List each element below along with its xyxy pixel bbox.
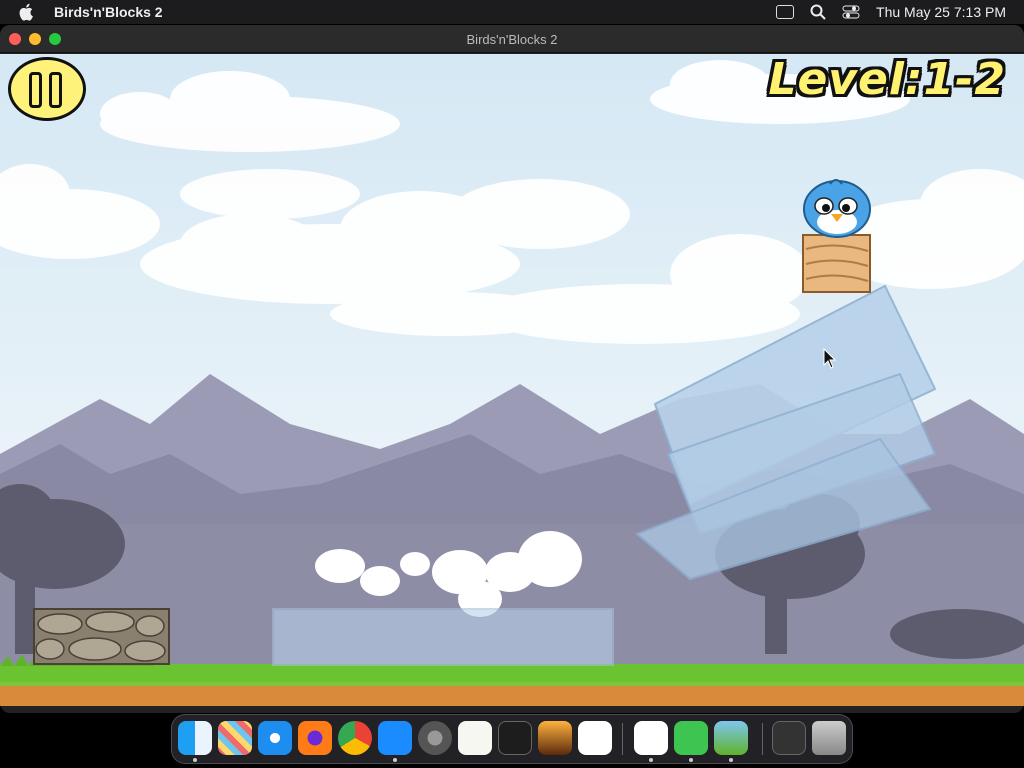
firefox-icon[interactable] [298, 721, 332, 755]
menu-bar: Birds'n'Blocks 2 Thu May 25 7:13 PM [0, 0, 1024, 24]
grass-strip [0, 664, 1024, 684]
birds-n-blocks-icon[interactable] [714, 721, 748, 755]
pause-icon [29, 72, 42, 108]
game-window: Birds'n'Blocks 2 Level:1-2 [0, 25, 1024, 713]
terminal-icon[interactable] [498, 721, 532, 755]
search-icon[interactable] [810, 4, 826, 20]
launchpad-icon[interactable] [218, 721, 252, 755]
finder-icon[interactable] [178, 721, 212, 755]
vscode-icon[interactable] [578, 721, 612, 755]
textedit-icon[interactable] [458, 721, 492, 755]
app-store-icon[interactable] [378, 721, 412, 755]
safari-icon[interactable] [258, 721, 292, 755]
control-center-icon[interactable] [842, 5, 860, 19]
messages-icon[interactable] [674, 721, 708, 755]
game-canvas[interactable]: Level:1-2 [0, 54, 1024, 706]
title-bar: Birds'n'Blocks 2 [0, 25, 1024, 53]
app-name[interactable]: Birds'n'Blocks 2 [54, 4, 163, 20]
chrome-icon[interactable] [338, 721, 372, 755]
visual-studio-icon[interactable] [634, 721, 668, 755]
ice-block-flat [272, 608, 614, 666]
level-label: Level:1-2 [768, 54, 1006, 105]
screenshot-icon[interactable] [772, 721, 806, 755]
blue-bird[interactable] [803, 179, 871, 238]
apple-icon[interactable] [18, 2, 36, 22]
pause-button[interactable] [8, 57, 86, 121]
window-title: Birds'n'Blocks 2 [466, 32, 558, 47]
trash-icon[interactable] [812, 721, 846, 755]
menu-clock[interactable]: Thu May 25 7:13 PM [876, 4, 1006, 20]
system-settings-icon[interactable] [418, 721, 452, 755]
dock [171, 714, 853, 764]
screen-mirroring-icon[interactable] [776, 5, 795, 19]
garageband-icon[interactable] [538, 721, 572, 755]
game-scene [0, 60, 1024, 706]
